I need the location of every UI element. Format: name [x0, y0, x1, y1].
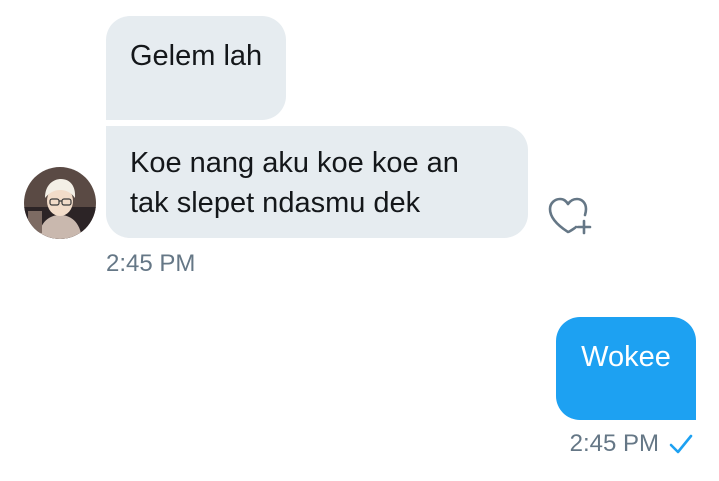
dm-conversation: Gelem lah Koe nang aku koe koe an tak sl… — [0, 0, 719, 481]
avatar[interactable] — [24, 167, 96, 239]
message-timestamp: 2:45 PM — [569, 430, 659, 457]
message-text: tak slepet ndasmu dek — [130, 187, 421, 219]
message-text: Wokee — [581, 341, 671, 373]
message-timestamp: 2:45 PM — [106, 250, 196, 277]
outgoing-message-bubble[interactable]: Wokee — [556, 317, 696, 420]
message-text: Koe nang aku koe koe an — [130, 147, 459, 179]
incoming-message-bubble[interactable]: Koe nang aku koe koe an tak slepet ndasm… — [106, 126, 528, 238]
message-text: Gelem lah — [130, 40, 263, 72]
heart-plus-icon[interactable] — [546, 194, 592, 236]
incoming-message-bubble[interactable]: Gelem lah — [106, 16, 286, 120]
checkmark-icon — [668, 432, 694, 456]
